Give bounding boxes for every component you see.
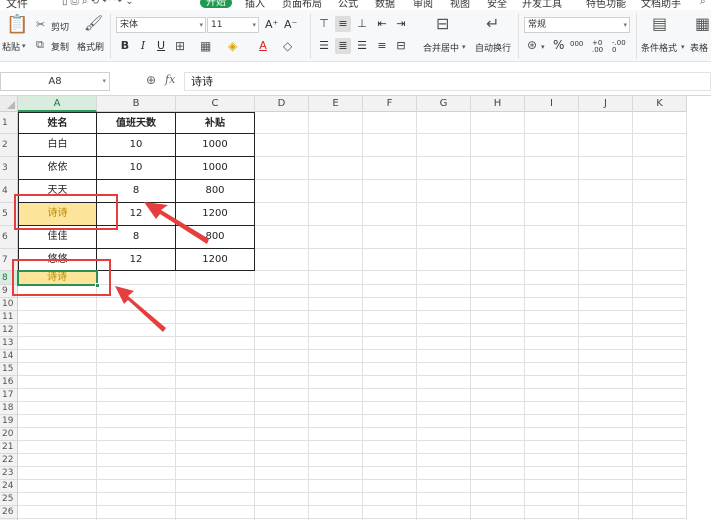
cut-button[interactable]: 剪切 [51, 20, 69, 33]
align-right-icon[interactable]: ☰ [354, 38, 370, 54]
annotation-arrow-2 [115, 286, 166, 332]
cell-style-icon[interactable]: ▦ [200, 40, 211, 52]
paste-dropdown-icon[interactable]: ▾ [22, 40, 26, 52]
paste-button[interactable]: 粘贴 [2, 40, 20, 53]
chevron-down-icon: ▾ [102, 77, 106, 85]
distributed-align-icon[interactable]: ⊟ [393, 38, 409, 54]
ribbon-separator [110, 13, 111, 59]
font-name-select[interactable]: 宋体 ▾ [116, 17, 206, 33]
fill-color-icon[interactable]: ◈ [228, 40, 237, 52]
merge-center-icon[interactable]: ⊟ [436, 16, 449, 32]
chevron-down-icon: ▾ [199, 21, 203, 29]
bold-button[interactable]: B [117, 38, 133, 54]
tab-page-layout[interactable]: 页面布局 [282, 0, 322, 10]
justify-icon[interactable]: ≡ [374, 38, 390, 54]
chevron-down-icon: ▾ [623, 21, 627, 29]
search-icon[interactable]: ⌕ [700, 0, 706, 7]
italic-button[interactable]: I [135, 38, 151, 54]
font-size-value: 11 [211, 20, 223, 30]
format-painter-icon[interactable]: 🖌 [84, 16, 103, 31]
scissors-icon[interactable]: ✂ [36, 19, 45, 31]
tab-developer[interactable]: 开发工具 [522, 0, 562, 10]
chevron-down-icon[interactable]: ▾ [541, 41, 545, 53]
tab-features[interactable]: 特色功能 [586, 0, 626, 10]
ribbon-home: 📋 粘贴 ▾ ✂ 剪切 ⧉ 复制 🖌 格式刷 宋体 ▾ 11 ▾ A⁺ A⁻ B… [0, 10, 711, 62]
align-left-icon[interactable]: ☰ [316, 38, 332, 54]
zoom-icon[interactable]: ⊕ [146, 73, 156, 87]
table-style-button[interactable]: 表格 [690, 41, 708, 54]
fx-icon[interactable]: fx [165, 73, 175, 86]
increase-decimal-button[interactable]: +0 .00 [592, 40, 610, 54]
tab-insert[interactable]: 插入 [245, 0, 265, 10]
indent-decrease-icon[interactable]: ⇤ [374, 16, 390, 32]
align-bottom-icon[interactable]: ⊥ [354, 16, 370, 32]
annotation-arrow-1 [144, 202, 209, 244]
tab-formulas[interactable]: 公式 [338, 0, 358, 10]
grow-font-button[interactable]: A⁺ [265, 18, 278, 31]
wrap-text-icon[interactable]: ↵ [486, 16, 499, 32]
tab-home[interactable]: 开始 [200, 0, 232, 8]
merge-center-button[interactable]: 合并居中 [423, 41, 459, 54]
ribbon-separator [636, 13, 637, 59]
quick-access-icons[interactable]: ▯ ⎙ ⌕ ⟲ ↶ ↷ ⌄ [62, 0, 134, 7]
shrink-font-button[interactable]: A⁻ [284, 18, 297, 31]
underline-button[interactable]: U [153, 38, 169, 54]
indent-increase-icon[interactable]: ⇥ [393, 16, 409, 32]
formula-bar: A8 ▾ ⊕ fx 诗诗 [0, 62, 711, 96]
conditional-format-button[interactable]: 条件格式 [641, 41, 677, 54]
copy-button[interactable]: 复制 [51, 40, 69, 53]
font-name-value: 宋体 [120, 20, 139, 30]
worksheet-grid[interactable]: A B C D E F G H I J K 1 姓名 值班天数 补贴 2 白白 10 1000 3 依依 10 1000 4 天… [0, 96, 711, 520]
copy-icon[interactable]: ⧉ [36, 39, 44, 51]
align-middle-icon[interactable]: ≡ [335, 16, 351, 32]
font-size-select[interactable]: 11 ▾ [207, 17, 259, 33]
align-top-icon[interactable]: ⊤ [316, 16, 332, 32]
decrease-decimal-button[interactable]: -.00 0 [612, 40, 630, 54]
annotation-arrows [115, 202, 209, 332]
tab-doc-assistant[interactable]: 文档助手 [641, 0, 681, 10]
paste-icon[interactable]: 📋 [6, 16, 28, 34]
table-style-icon[interactable]: ▦ [695, 16, 710, 32]
formula-input[interactable]: 诗诗 [184, 72, 711, 91]
chevron-down-icon[interactable]: ▾ [681, 41, 685, 53]
conditional-format-icon[interactable]: ▤ [652, 16, 667, 32]
ribbon-separator [518, 13, 519, 59]
menu-bar: 文件 ▯ ⎙ ⌕ ⟲ ↶ ↷ ⌄ 开始 插入 页面布局 公式 数据 审阅 视图 … [0, 0, 711, 10]
chevron-down-icon: ▾ [252, 21, 256, 29]
menu-file[interactable]: 文件 [6, 0, 28, 10]
chevron-down-icon[interactable]: ▾ [462, 41, 466, 53]
number-format-value: 常规 [528, 20, 547, 30]
currency-icon[interactable]: ⊛ [527, 39, 537, 51]
wrap-text-button[interactable]: 自动换行 [475, 41, 511, 54]
number-format-select[interactable]: 常规 ▾ [524, 17, 630, 33]
ribbon-separator [310, 13, 311, 59]
font-color-button[interactable]: A [255, 38, 271, 54]
percent-button[interactable]: % [553, 38, 564, 52]
tab-view[interactable]: 视图 [450, 0, 470, 10]
tab-data[interactable]: 数据 [375, 0, 395, 10]
name-box-value: A8 [48, 76, 62, 87]
name-box[interactable]: A8 ▾ [0, 72, 110, 91]
align-center-icon[interactable]: ≣ [335, 38, 351, 54]
tab-security[interactable]: 安全 [487, 0, 507, 10]
thousands-button[interactable]: 000 [570, 40, 583, 48]
borders-icon[interactable]: ⊞ [175, 40, 185, 52]
spreadsheet-app: 文件 ▯ ⎙ ⌕ ⟲ ↶ ↷ ⌄ 开始 插入 页面布局 公式 数据 审阅 视图 … [0, 0, 711, 520]
clear-format-icon[interactable]: ◇ [283, 40, 292, 52]
tab-review[interactable]: 审阅 [413, 0, 433, 10]
format-painter-button[interactable]: 格式刷 [77, 40, 104, 53]
